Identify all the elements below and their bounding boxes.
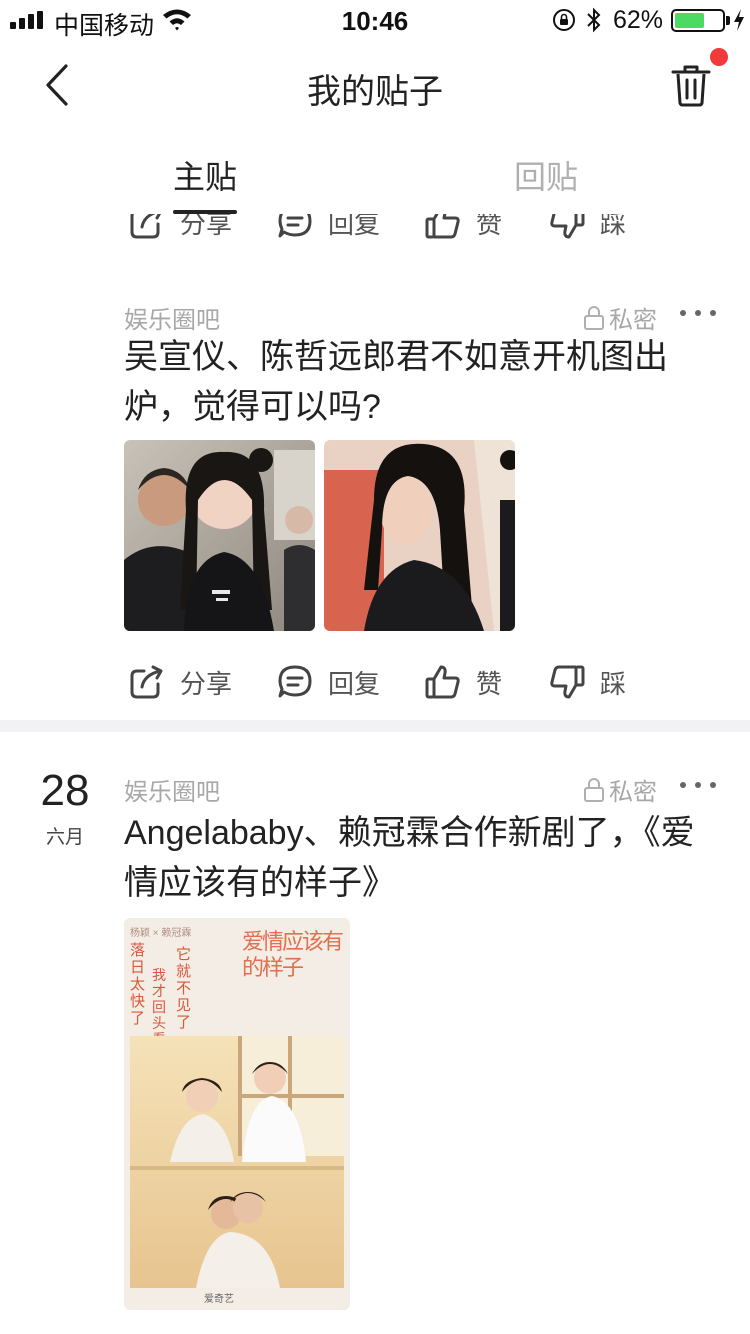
trash-icon[interactable]: [670, 62, 712, 108]
like-button[interactable]: 赞: [424, 662, 502, 702]
orientation-lock-icon: [553, 9, 575, 31]
battery-icon: [671, 9, 725, 32]
privacy-label: 私密: [583, 772, 657, 807]
more-options-icon[interactable]: [680, 310, 716, 318]
poster-poem-b: 它就不见了: [176, 945, 192, 1031]
share-icon: [130, 665, 163, 699]
nav-bar: 我的贴子: [0, 40, 750, 132]
tab-bar: 主贴 回贴: [0, 132, 750, 214]
poster-platform: 爱奇艺: [204, 1294, 234, 1305]
tab-main-posts[interactable]: 主贴: [173, 152, 237, 198]
previous-post-actions: 分享 回复 赞 踩: [0, 214, 750, 242]
reply-button[interactable]: 回复: [276, 214, 380, 242]
lock-icon: [584, 305, 604, 330]
bluetooth-icon: [587, 7, 601, 33]
share-icon: [130, 214, 162, 239]
lock-icon: [584, 777, 604, 802]
poster-cast: 杨颖 × 赖冠霖: [130, 928, 192, 939]
post-image[interactable]: [124, 440, 315, 631]
tab-reply-posts[interactable]: 回贴: [514, 152, 578, 198]
share-button[interactable]: 分享: [128, 214, 232, 242]
reply-button[interactable]: 回复: [276, 662, 380, 702]
thumbs-up-icon: [425, 214, 460, 239]
like-button[interactable]: 赞: [424, 214, 502, 242]
poster-poem-a: 落日太快了: [130, 941, 146, 1027]
post-actions: 分享 回复 赞 踩: [0, 662, 750, 702]
post-feed[interactable]: 分享 回复 赞 踩 娱乐圈吧 私密 吴宣仪、陈哲远郎君不如意开机图出炉，觉得可以…: [0, 214, 750, 1334]
status-bar: 中国移动 10:46 62%: [0, 0, 750, 40]
active-tab-indicator: [173, 210, 237, 214]
share-button[interactable]: 分享: [128, 662, 232, 702]
poster-photo: [130, 1036, 344, 1288]
comment-icon: [278, 214, 312, 238]
post-title[interactable]: Angelababy、赖冠霖合作新剧了，《爱情应该有的样子》: [124, 808, 724, 908]
thumbs-down-icon: [550, 665, 585, 699]
privacy-label: 私密: [583, 300, 657, 335]
drama-poster-image[interactable]: 杨颖 × 赖冠霖 落日太快了 它就不见了 我才回头看你一眼 爱情应该有的样子: [124, 918, 350, 1310]
post-forum-name[interactable]: 娱乐圈吧: [124, 772, 220, 807]
post-separator: [0, 720, 750, 732]
poster-title: 爱情应该有的样子: [242, 930, 344, 981]
post-image[interactable]: [324, 440, 515, 631]
battery-percent: 62%: [613, 6, 664, 34]
thumbs-down-icon: [550, 214, 585, 239]
notification-badge: [710, 48, 728, 66]
post-date-day: 28: [40, 766, 90, 815]
thumbs-up-icon: [425, 665, 460, 699]
dislike-button[interactable]: 踩: [548, 214, 626, 242]
charging-icon: [734, 9, 744, 31]
comment-icon: [278, 665, 312, 698]
page-title: 我的贴子: [307, 73, 443, 111]
post-forum-name[interactable]: 娱乐圈吧: [124, 300, 220, 335]
post-title[interactable]: 吴宣仪、陈哲远郎君不如意开机图出炉，觉得可以吗?: [124, 332, 724, 432]
post-date-month: 六月: [45, 827, 84, 848]
more-options-icon[interactable]: [680, 782, 716, 790]
dislike-button[interactable]: 踩: [548, 662, 626, 702]
battery-nub: [726, 16, 730, 25]
